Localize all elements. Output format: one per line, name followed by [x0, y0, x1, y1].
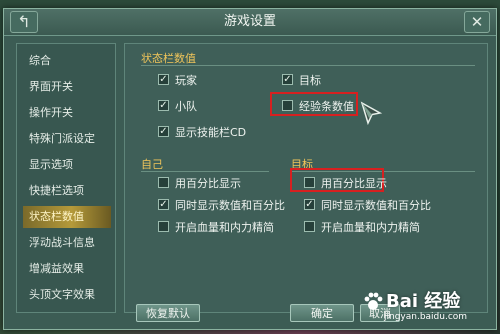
sidebar-item-general[interactable]: 综合 — [23, 50, 111, 72]
watermark-url: jingyan.baidu.com — [384, 312, 468, 322]
player-checkbox[interactable]: ✓ — [158, 74, 169, 85]
settings-window: 游戏设置 ↰ ✕ 综合 界面开关 操作开关 特殊门派设定 显示选项 快捷栏选项 … — [3, 8, 497, 330]
target-option-label: 目标 — [299, 74, 321, 87]
skill-cd-checkbox[interactable]: ✓ — [158, 126, 169, 137]
exp-bar-value-checkbox[interactable] — [282, 100, 293, 111]
sidebar-item-buff-debuff[interactable]: 增减益效果 — [23, 258, 111, 280]
settings-sidebar: 综合 界面开关 操作开关 特殊门派设定 显示选项 快捷栏选项 状态栏数值 浮动战… — [16, 43, 116, 313]
self-simplify-label: 开启血量和内力精简 — [175, 221, 274, 234]
window-title: 游戏设置 — [223, 14, 276, 29]
sidebar-item-ui-switches[interactable]: 界面开关 — [23, 76, 111, 98]
title-bar: 游戏设置 ↰ ✕ — [4, 9, 496, 36]
target-checkbox[interactable]: ✓ — [282, 74, 293, 85]
player-option-label: 玩家 — [175, 74, 197, 87]
skill-cd-label: 显示技能栏CD — [175, 126, 247, 139]
self-value-and-percent-checkbox[interactable]: ✓ — [158, 199, 169, 210]
sidebar-item-display-options[interactable]: 显示选项 — [23, 154, 111, 176]
sidebar-item-special-sect[interactable]: 特殊门派设定 — [23, 128, 111, 150]
ok-button[interactable]: 确定 — [290, 304, 354, 322]
self-percent-label: 用百分比显示 — [175, 177, 241, 190]
target-percent-checkbox[interactable] — [304, 177, 315, 188]
target-percent-label: 用百分比显示 — [321, 177, 387, 190]
sidebar-item-operation-switches[interactable]: 操作开关 — [23, 102, 111, 124]
target-simplify-checkbox[interactable] — [304, 221, 315, 232]
target-simplify-label: 开启血量和内力精简 — [321, 221, 420, 234]
self-simplify-checkbox[interactable] — [158, 221, 169, 232]
back-button[interactable]: ↰ — [10, 11, 38, 33]
restore-default-button[interactable]: 恢复默认 — [136, 304, 200, 322]
settings-content: 状态栏数值 ✓ 玩家 ✓ 目标 ✓ 小队 经验条数值 ✓ 显示技能栏CD 自己 … — [124, 43, 488, 313]
target-value-and-percent-checkbox[interactable]: ✓ — [304, 199, 315, 210]
status-bar-section-title: 状态栏数值 — [141, 52, 196, 65]
sidebar-item-overhead-text[interactable]: 头顶文字效果 — [23, 284, 111, 306]
self-section-title: 自己 — [141, 158, 163, 171]
close-button[interactable]: ✕ — [464, 11, 490, 33]
team-option-label: 小队 — [175, 100, 197, 113]
sidebar-item-hotbar-options[interactable]: 快捷栏选项 — [23, 180, 111, 202]
mouse-pointer-icon — [360, 101, 383, 126]
self-value-and-percent-label: 同时显示数值和百分比 — [175, 199, 285, 212]
self-percent-checkbox[interactable] — [158, 177, 169, 188]
target-value-and-percent-label: 同时显示数值和百分比 — [321, 199, 431, 212]
exp-bar-value-label: 经验条数值 — [299, 100, 354, 113]
sidebar-item-status-bar-values[interactable]: 状态栏数值 — [23, 206, 111, 228]
self-section-divider — [141, 171, 269, 172]
paw-logo-icon — [364, 292, 383, 310]
watermark-text: Bai 经验 — [386, 291, 461, 312]
baidu-watermark: Bai 经验 jingyan.baidu.com — [356, 285, 496, 329]
team-checkbox[interactable]: ✓ — [158, 100, 169, 111]
section-divider — [141, 65, 475, 66]
sidebar-item-floating-combat-info[interactable]: 浮动战斗信息 — [23, 232, 111, 254]
